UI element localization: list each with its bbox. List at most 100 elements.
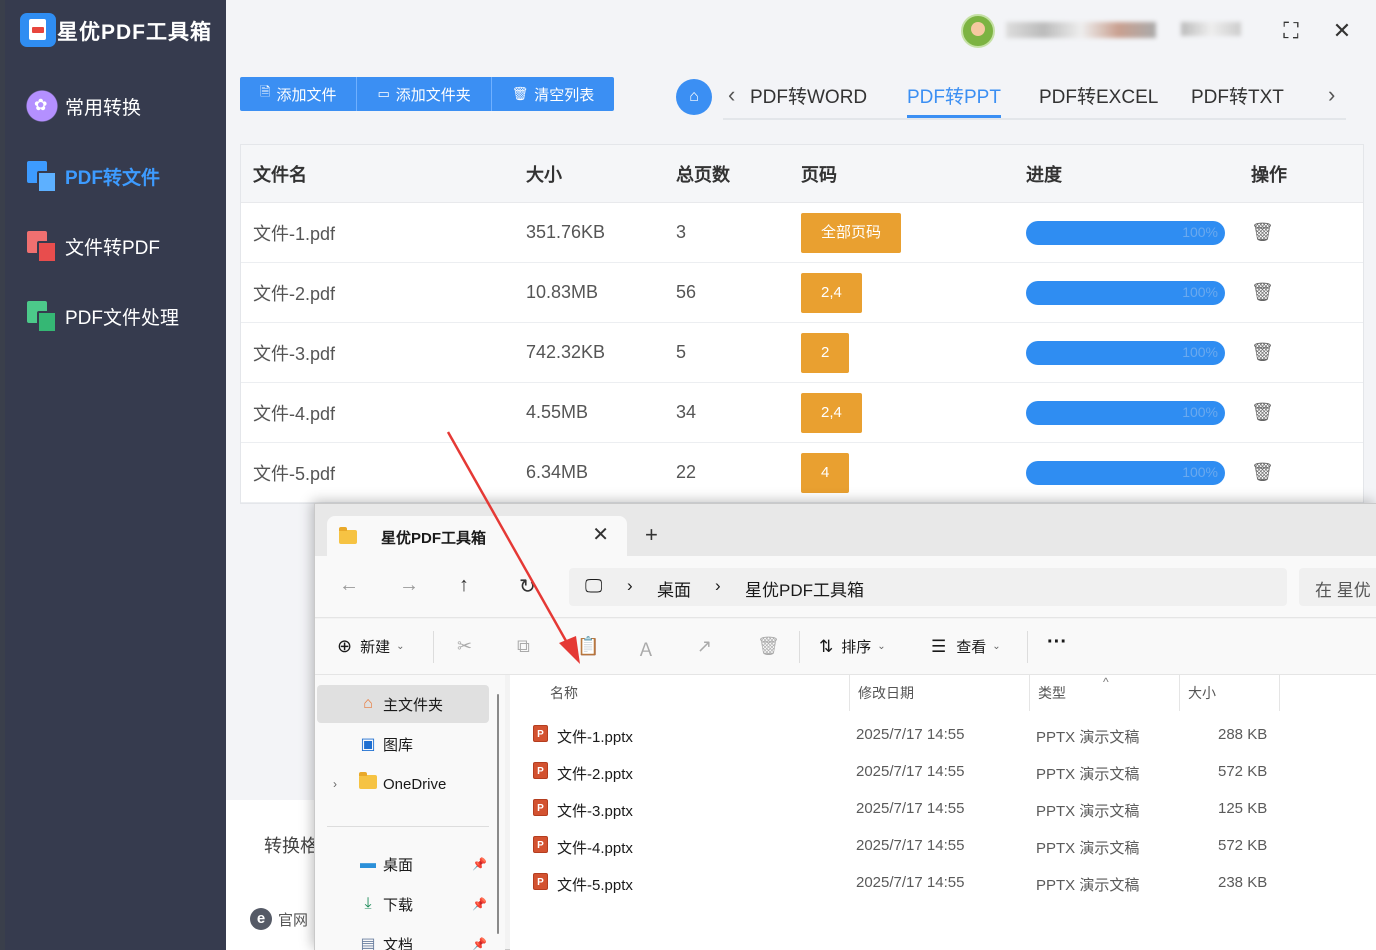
page-range-button[interactable]: 2 [801, 332, 850, 373]
delete-icon[interactable]: 🗑 [1251, 462, 1274, 483]
address-bar[interactable]: 🖵 › 桌面 › 星优PDF工具箱 [569, 568, 1287, 606]
table-row: 文件-4.pdf 4.55MB 34 2,4 100% 🗑 [241, 383, 1363, 443]
file-date: 2025/7/17 14:55 [856, 763, 965, 780]
list-item[interactable]: P 文件-3.pptx 2025/7/17 14:55 PPTX 演示文稿 125 KB [530, 791, 1290, 828]
share-icon[interactable]: ↗ [697, 636, 712, 657]
delete-icon[interactable]: 🗑 [757, 636, 780, 657]
col-size[interactable]: 大小 [1180, 675, 1280, 711]
pin-icon[interactable]: 📌 [472, 897, 487, 911]
nav-desktop[interactable]: ▬ 桌面 📌 [317, 845, 489, 883]
col-actions: 操作 [1251, 164, 1287, 185]
nav-onedrive[interactable]: › OneDrive [317, 765, 489, 803]
chevron-left-icon[interactable]: ‹ [728, 82, 735, 108]
computer-icon: 🖵 [585, 576, 603, 596]
file-size: 10.83MB [526, 282, 599, 302]
delete-icon[interactable]: 🗑 [1251, 342, 1274, 363]
chevron-right-icon[interactable]: › [333, 777, 337, 791]
nav-home[interactable]: ⌂ 主文件夹 [317, 685, 489, 723]
view-button[interactable]: ☰ 查看 ⌄ [931, 636, 1001, 657]
sort-button[interactable]: ⇅ 排序 ⌄ [819, 636, 886, 657]
toolbar: 🗎 添加文件 ▭ 添加文件夹 🗑 清空列表 [240, 77, 615, 111]
tab-pdf-to-ppt[interactable]: PDF转PPT [907, 82, 1001, 118]
paste-icon[interactable]: 📋 [577, 636, 599, 657]
tab-pdf-to-word[interactable]: PDF转WORD [750, 82, 867, 118]
home-icon[interactable]: ⌂ [676, 79, 712, 115]
progress-bar: 100% [1026, 340, 1225, 365]
back-icon[interactable]: ← [339, 574, 359, 597]
cut-icon[interactable]: ✂ [457, 636, 472, 657]
nav-downloads[interactable]: ⤓ 下载 📌 [317, 885, 489, 923]
col-name[interactable]: 名称 [542, 675, 850, 711]
new-tab-icon[interactable]: + [645, 522, 658, 548]
pptx-icon: P [533, 873, 548, 890]
sidebar-item-label: 常用转换 [65, 97, 142, 119]
sidebar-item-pdf-to-file[interactable]: PDF转文件 [25, 156, 160, 196]
vip-blurred [1181, 22, 1241, 36]
list-item[interactable]: P 文件-5.pptx 2025/7/17 14:55 PPTX 演示文稿 238 KB [530, 865, 1290, 902]
chevron-right-icon[interactable]: › [1328, 82, 1335, 108]
clear-list-button[interactable]: 🗑 清空列表 [492, 77, 615, 111]
sidebar-item-common-convert[interactable]: 常用转换 [25, 86, 141, 126]
forward-icon[interactable]: → [399, 574, 419, 597]
username-blurred [1006, 22, 1156, 38]
col-date[interactable]: 修改日期 [850, 675, 1030, 711]
up-icon[interactable]: ↑ [459, 574, 469, 597]
page-range-button[interactable]: 全部页码 [801, 212, 902, 253]
pin-icon[interactable]: 📌 [472, 857, 487, 871]
total-pages: 34 [676, 402, 697, 422]
add-file-button[interactable]: 🗎 添加文件 [240, 77, 358, 111]
nav-label: 桌面 [383, 856, 414, 874]
maximize-icon[interactable]: ⛶ [1276, 16, 1306, 46]
col-filename: 文件名 [253, 164, 307, 185]
nav-documents[interactable]: ▤ 文档 📌 [317, 925, 489, 950]
file-name: 文件-1.pptx [557, 729, 633, 746]
breadcrumb-folder[interactable]: 星优PDF工具箱 [745, 576, 864, 601]
sidebar-item-pdf-processing[interactable]: PDF文件处理 [25, 296, 179, 336]
new-button[interactable]: ⊕ 新建 ⌄ [337, 636, 405, 657]
page-range-button[interactable]: 4 [801, 452, 850, 493]
refresh-icon[interactable]: ↻ [519, 574, 536, 599]
website-link[interactable]: e 官网 [250, 908, 308, 930]
tab-pdf-to-excel[interactable]: PDF转EXCEL [1039, 82, 1158, 118]
file-size: 572 KB [1218, 837, 1268, 854]
divider [1027, 631, 1028, 663]
page-range-button[interactable]: 2,4 [801, 392, 862, 433]
delete-icon[interactable]: 🗑 [1251, 282, 1274, 303]
file-date: 2025/7/17 14:55 [856, 800, 965, 817]
list-item[interactable]: P 文件-4.pptx 2025/7/17 14:55 PPTX 演示文稿 572 KB [530, 828, 1290, 865]
delete-icon[interactable]: 🗑 [1251, 222, 1274, 243]
explorer-tab[interactable]: 星优PDF工具箱 ✕ [327, 516, 627, 556]
more-icon[interactable]: ··· [1047, 631, 1067, 654]
rename-icon[interactable]: Ａ [637, 636, 655, 662]
delete-icon[interactable]: 🗑 [1251, 402, 1274, 423]
progress-label: 100% [1182, 403, 1218, 420]
file-name: 文件-2.pptx [557, 766, 633, 783]
pptx-icon: P [533, 725, 548, 742]
close-icon[interactable]: ✕ [1327, 16, 1357, 46]
list-item[interactable]: P 文件-1.pptx 2025/7/17 14:55 PPTX 演示文稿 288 KB [530, 717, 1290, 754]
close-tab-icon[interactable]: ✕ [592, 522, 609, 547]
gallery-icon: ▣ [360, 736, 376, 753]
breadcrumb-desktop[interactable]: 桌面 [657, 576, 691, 601]
nav-scrollbar[interactable] [497, 694, 499, 934]
sidebar: 星优PDF工具箱 常用转换 PDF转文件 文件转PDF PDF文件处理 [5, 0, 226, 950]
format-label: 转换格 [264, 836, 318, 856]
total-pages: 3 [676, 222, 687, 242]
add-folder-label: 添加文件夹 [395, 86, 471, 104]
folder-icon [357, 771, 379, 794]
nav-gallery[interactable]: ▣ 图库 [317, 725, 489, 763]
page-range-button[interactable]: 2,4 [801, 272, 862, 313]
sidebar-item-file-to-pdf[interactable]: 文件转PDF [25, 226, 160, 266]
table-header: 文件名 大小 总页数 页码 进度 操作 [241, 145, 1363, 203]
pin-icon[interactable]: 📌 [472, 937, 487, 950]
nav-label: OneDrive [383, 775, 447, 793]
tab-pdf-to-txt[interactable]: PDF转TXT [1191, 82, 1284, 118]
search-input[interactable]: 在 星优 [1299, 568, 1376, 606]
avatar[interactable] [961, 14, 995, 48]
list-item[interactable]: P 文件-2.pptx 2025/7/17 14:55 PPTX 演示文稿 572 KB [530, 754, 1290, 791]
copy-icon[interactable]: ⧉ [517, 636, 530, 657]
pdf-to-file-icon [25, 159, 59, 193]
view-label: 查看 [956, 639, 987, 656]
add-folder-button[interactable]: ▭ 添加文件夹 [357, 77, 492, 111]
progress-bar: 100% [1026, 280, 1225, 305]
